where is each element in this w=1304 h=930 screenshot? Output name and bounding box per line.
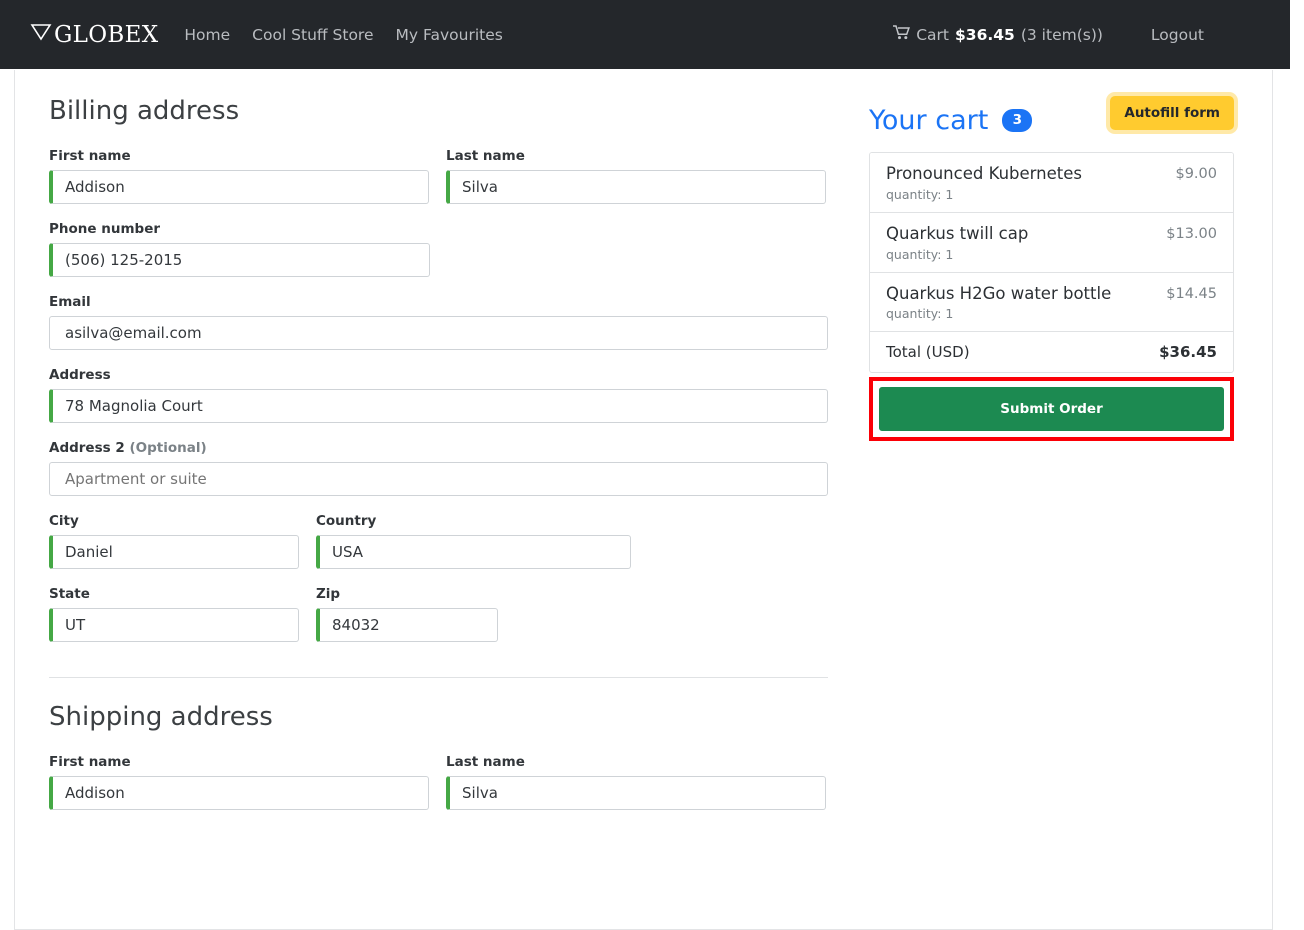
cart-list-item[interactable]: Quarkus twill cap quantity: 1 $13.00 [870, 212, 1233, 273]
cart-header: Your cart 3 Autofill form [869, 96, 1234, 144]
billing-first-name-field: First name [49, 148, 429, 204]
billing-email-label: Email [49, 294, 91, 310]
shopping-cart-icon [893, 25, 911, 44]
section-divider [49, 677, 828, 678]
cart-item-info: Quarkus twill cap quantity: 1 [886, 224, 1028, 262]
billing-country-label: Country [316, 513, 377, 529]
nav-link-my-favourites[interactable]: My Favourites [396, 26, 503, 44]
billing-address2-input[interactable] [49, 462, 828, 496]
nav-link-cool-stuff-store[interactable]: Cool Stuff Store [252, 26, 373, 44]
billing-phone-label: Phone number [49, 221, 161, 237]
cart-item-price: $9.00 [1175, 166, 1217, 182]
checkout-row: Billing address First name Last name Pho… [15, 70, 1272, 827]
submit-order-highlight: Submit Order [869, 377, 1234, 442]
shipping-address-title: Shipping address [49, 702, 273, 732]
shipping-name-row: First name Last name [49, 754, 841, 827]
cart-item-quantity: quantity: 1 [886, 186, 954, 202]
cart-list-item[interactable]: Quarkus H2Go water bottle quantity: 1 $1… [870, 272, 1233, 333]
billing-city-country-row: City Country [49, 513, 841, 586]
billing-state-field: State [49, 586, 299, 642]
billing-last-name-label: Last name [446, 148, 525, 164]
cart-item-quantity: quantity: 1 [886, 246, 954, 262]
shipping-last-name-input[interactable] [446, 776, 826, 810]
billing-address-label: Address [49, 367, 111, 383]
cart-list-item[interactable]: Pronounced Kubernetes quantity: 1 $9.00 [870, 153, 1233, 213]
billing-state-input[interactable] [49, 608, 299, 642]
cart-item-price: $14.45 [1166, 285, 1217, 302]
billing-email-field: Email [49, 294, 841, 350]
billing-last-name-field: Last name [446, 148, 826, 204]
billing-phone-field: Phone number [49, 221, 841, 277]
billing-address-title: Billing address [49, 96, 240, 126]
billing-city-label: City [49, 513, 79, 529]
billing-first-name-input[interactable] [49, 170, 429, 204]
shipping-last-name-label: Last name [446, 754, 525, 770]
cart-item-price: $13.00 [1166, 225, 1217, 242]
billing-address-input[interactable] [49, 389, 828, 423]
cart-total-label: Total (USD) [886, 343, 970, 362]
shipping-first-name-input[interactable] [49, 776, 429, 810]
nav-links: Home Cool Stuff Store My Favourites [184, 26, 502, 44]
billing-email-input[interactable] [49, 316, 828, 350]
funnel-triangle-icon [30, 22, 52, 48]
billing-address2-field: Address 2 (Optional) [49, 440, 841, 496]
billing-address-field: Address [49, 367, 841, 423]
navbar-cart-link[interactable]: Cart $36.45 (3 item(s)) [893, 25, 1103, 44]
cart-item-name: Quarkus twill cap [886, 223, 1029, 243]
autofill-form-button[interactable]: Autofill form [1110, 96, 1234, 130]
cart-item-info: Pronounced Kubernetes quantity: 1 [886, 164, 1082, 202]
submit-order-button[interactable]: Submit Order [879, 387, 1224, 432]
cart-count-badge: 3 [1002, 108, 1033, 132]
billing-address2-label: Address 2 (Optional) [49, 440, 841, 456]
cart-item-info: Quarkus H2Go water bottle quantity: 1 [886, 284, 1111, 322]
billing-state-label: State [49, 586, 90, 602]
billing-zip-field: Zip [316, 586, 498, 642]
cart-items-list: Pronounced Kubernetes quantity: 1 $9.00 … [869, 152, 1234, 374]
cart-item-name: Pronounced Kubernetes [886, 164, 1082, 183]
cart-total-value: $36.45 [1159, 343, 1217, 362]
shipping-first-name-field: First name [49, 754, 429, 810]
billing-last-name-input[interactable] [446, 170, 826, 204]
cart-item-name: Quarkus H2Go water bottle [886, 283, 1112, 303]
cart-label: Cart [916, 25, 950, 44]
billing-city-input[interactable] [49, 535, 299, 569]
logout-link[interactable]: Logout [1151, 26, 1204, 44]
cart-title: Your cart [869, 104, 989, 136]
billing-zip-label: Zip [316, 586, 341, 602]
cart-column: Your cart 3 Autofill form Pronounced Kub… [869, 96, 1234, 827]
billing-state-zip-row: State Zip [49, 586, 841, 659]
billing-address2-optional-tag: (Optional) [129, 440, 207, 456]
shipping-first-name-label: First name [49, 754, 131, 770]
billing-first-name-label: First name [49, 148, 131, 164]
shipping-last-name-field: Last name [446, 754, 826, 810]
brand-logo[interactable]: GLOBEX [30, 22, 158, 48]
brand-text: GLOBEX [54, 21, 159, 48]
billing-city-field: City [49, 513, 299, 569]
billing-country-input[interactable] [316, 535, 631, 569]
billing-zip-input[interactable] [316, 608, 498, 642]
nav-link-home[interactable]: Home [184, 26, 230, 44]
cart-total-row: Total (USD) $36.45 [870, 332, 1233, 372]
cart-amount: $36.45 [955, 25, 1015, 44]
nav-right-group: Cart $36.45 (3 item(s)) Logout [893, 25, 1274, 44]
billing-country-field: Country [316, 513, 631, 569]
billing-phone-input[interactable] [49, 243, 430, 277]
billing-form-column: Billing address First name Last name Pho… [49, 96, 841, 827]
billing-name-row: First name Last name [49, 148, 841, 221]
cart-item-count: (3 item(s)) [1020, 25, 1103, 44]
cart-item-quantity: quantity: 1 [886, 306, 954, 322]
billing-address2-label-text: Address 2 [49, 440, 125, 456]
top-navbar: GLOBEX Home Cool Stuff Store My Favourit… [0, 0, 1290, 69]
page-container: Billing address First name Last name Pho… [14, 70, 1273, 930]
